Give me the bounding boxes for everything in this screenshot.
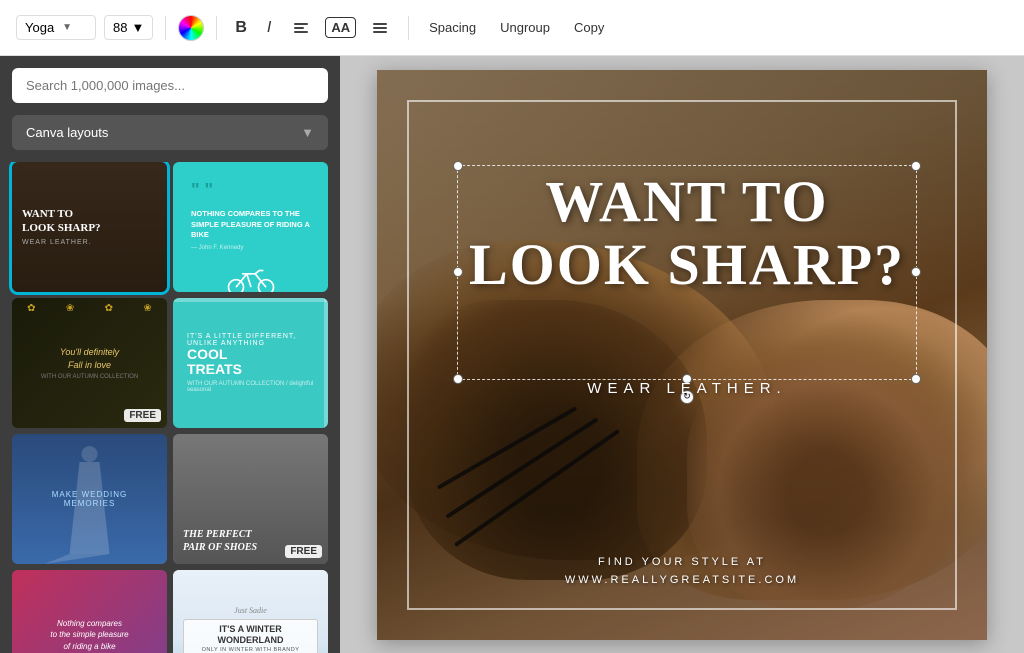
canvas-area: ↻ WANT TO LOOK SHARP? WEAR LEATHER. FIND… [340,56,1024,653]
template-winter-wonderland[interactable]: Just Sadie IT'S A WINTERWONDERLAND ONLY … [173,570,328,653]
divider-1 [165,16,166,40]
template-2-title: NOTHING COMPARES TO THE SIMPLE PLEASURE … [183,209,318,241]
divider-3 [408,16,409,40]
layout-dropdown[interactable]: Canva layouts ▼ [12,115,328,150]
sidebar: Canva layouts ▼ WANT TOLOOK SHARP? WEAR … [0,56,340,653]
canvas-sub-text[interactable]: WEAR LEATHER. [462,380,912,397]
font-name-label: Yoga [25,20,54,35]
dropdown-arrow-icon: ▼ [301,125,314,140]
font-selector[interactable]: Yoga ▼ [16,15,96,40]
template-3-title: You'll definitelyFall in love [22,346,157,371]
template-want-to-look-sharp[interactable]: WANT TOLOOK SHARP? WEAR LEATHER. [12,162,167,292]
main-layout: Canva layouts ▼ WANT TOLOOK SHARP? WEAR … [0,56,1024,653]
canvas-footer-line1: FIND YOUR STYLE AT [377,554,987,572]
copy-button[interactable]: Copy [566,16,612,39]
template-3-sub: WITH OUR AUTUMN COLLECTION [22,374,157,380]
canvas-main-text[interactable]: WANT TO LOOK SHARP? [462,170,912,298]
template-4-title: COOLTREATS [187,347,314,378]
align-icon [291,20,311,36]
align-button[interactable] [285,16,317,40]
template-4-sub: WITH OUR AUTUMN COLLECTION / delightful … [187,381,314,393]
canvas-wrapper[interactable]: ↻ WANT TO LOOK SHARP? WEAR LEATHER. FIND… [377,70,987,640]
template-8-sub: ONLY IN WINTER WITH BRANDY ALEXANDER [188,647,313,653]
bold-button[interactable]: B [229,15,253,41]
template-1-sub: WEAR LEATHER. [22,239,157,246]
font-size-selector[interactable]: 88 ▼ [104,15,153,40]
canvas-footer[interactable]: FIND YOUR STYLE AT WWW.REALLYGREATSITE.C… [377,554,987,589]
canvas-line-1: WANT TO [462,170,912,234]
template-2-author: — John F. Kennedy [183,241,318,255]
template-8-script: Just Sadie [183,606,318,615]
font-size-label: 88 [113,20,127,35]
template-1-title: WANT TOLOOK SHARP? [22,208,157,234]
template-3-free-badge: FREE [124,409,161,422]
template-perfect-pair[interactable]: THE PERFECTPAIR OF SHOES FREE [173,434,328,564]
template-8-title: IT'S A WINTERWONDERLAND [188,624,313,646]
toolbar: Yoga ▼ 88 ▼ B I AA Spacing Ungroup Copy [0,0,1024,56]
sidebar-search-area [0,56,340,115]
ungroup-button[interactable]: Ungroup [492,16,558,39]
template-6-title: THE PERFECTPAIR OF SHOES [183,528,318,554]
template-fall-in-love[interactable]: ✿ ❀ ✿ ❀ You'll definitelyFall in love WI… [12,298,167,428]
italic-button[interactable]: I [261,15,277,41]
text-size-button[interactable]: AA [325,17,356,38]
dropdown-label: Canva layouts [26,125,108,140]
spacing-button[interactable]: Spacing [421,16,484,39]
font-chevron-icon: ▼ [62,22,72,33]
template-nothing-compares[interactable]: " " NOTHING COMPARES TO THE SIMPLE PLEAS… [173,162,328,292]
template-7-title: Nothing comparesto the simple pleasureof… [30,618,149,652]
search-input[interactable] [12,68,328,103]
template-wedding-dress[interactable]: Make WeddingMemories [12,434,167,564]
canvas-footer-line2: WWW.REALLYGREATSITE.COM [377,572,987,590]
template-cool-treats[interactable]: IT'S A LITTLE DIFFERENT, UNLIKE ANYTHING… [173,298,328,428]
template-nothing-compares-2[interactable]: Nothing comparesto the simple pleasureof… [12,570,167,653]
color-picker[interactable] [178,15,204,41]
list-icon [370,20,390,36]
bike-icon [226,263,276,293]
template-5-text: Make WeddingMemories [52,490,128,508]
templates-grid: WANT TOLOOK SHARP? WEAR LEATHER. " " NOT… [0,162,340,653]
canvas-line-2: LOOK SHARP? [462,233,912,297]
template-4-label: IT'S A LITTLE DIFFERENT, UNLIKE ANYTHING [187,333,314,347]
list-button[interactable] [364,16,396,40]
size-chevron-icon: ▼ [131,20,144,35]
divider-2 [216,16,217,40]
